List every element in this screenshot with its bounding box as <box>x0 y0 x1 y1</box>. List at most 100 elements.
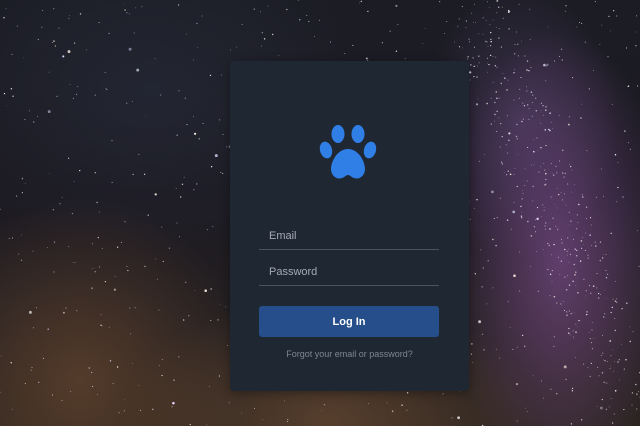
star <box>101 247 103 249</box>
star <box>508 28 510 30</box>
star <box>465 27 467 29</box>
email-input[interactable] <box>259 225 439 247</box>
login-button[interactable]: Log In <box>259 306 439 337</box>
star <box>490 40 492 43</box>
star <box>118 412 120 414</box>
star <box>548 244 550 247</box>
star <box>604 313 606 315</box>
star <box>567 274 568 276</box>
star <box>516 138 518 140</box>
star <box>522 118 524 120</box>
star <box>500 122 502 125</box>
star <box>124 221 126 223</box>
star <box>540 146 542 149</box>
forgot-credentials-link[interactable]: Forgot your email or password? <box>230 349 469 359</box>
star <box>486 303 488 305</box>
star <box>104 280 107 283</box>
star <box>612 298 614 300</box>
password-input[interactable] <box>259 261 439 283</box>
star <box>498 117 500 119</box>
star <box>612 348 614 350</box>
star <box>591 322 593 323</box>
star <box>210 319 212 321</box>
star <box>581 194 583 196</box>
star <box>111 140 113 142</box>
star <box>263 38 266 40</box>
star <box>473 46 476 48</box>
star <box>604 289 605 291</box>
star <box>171 406 173 408</box>
star <box>172 401 175 405</box>
star <box>549 112 551 114</box>
star <box>533 164 535 166</box>
star <box>212 226 214 227</box>
star <box>592 69 595 71</box>
star <box>581 247 583 249</box>
star <box>624 130 626 132</box>
star <box>473 65 475 68</box>
star <box>513 72 515 74</box>
star <box>513 173 515 175</box>
star <box>571 169 573 171</box>
star <box>527 147 529 148</box>
star <box>568 310 570 312</box>
star <box>509 173 512 176</box>
star <box>614 153 617 156</box>
star <box>31 367 33 368</box>
star <box>533 226 536 228</box>
star <box>116 246 119 248</box>
star <box>626 302 628 304</box>
star <box>534 219 537 221</box>
star <box>126 265 128 267</box>
star <box>209 74 212 77</box>
star <box>206 424 208 426</box>
star <box>603 254 605 255</box>
star <box>507 11 510 14</box>
star <box>603 316 605 318</box>
star <box>104 72 106 73</box>
star <box>11 53 13 56</box>
star <box>565 289 568 291</box>
star <box>178 90 180 92</box>
star <box>506 174 508 176</box>
star <box>520 205 522 208</box>
star <box>0 208 1 211</box>
star <box>577 291 579 294</box>
star <box>86 49 88 51</box>
star <box>557 227 559 229</box>
star <box>615 301 618 304</box>
star <box>494 120 495 122</box>
star <box>584 41 586 43</box>
star <box>543 397 544 399</box>
star <box>557 256 559 258</box>
star <box>581 22 583 24</box>
star <box>500 46 502 48</box>
star <box>501 163 504 165</box>
star <box>267 5 269 7</box>
star <box>560 192 562 194</box>
star <box>74 262 76 264</box>
star <box>155 258 157 260</box>
star <box>514 69 515 70</box>
star <box>608 15 610 18</box>
star <box>130 333 131 335</box>
star <box>550 121 552 123</box>
star <box>606 382 608 384</box>
star <box>530 235 533 237</box>
star <box>545 145 547 147</box>
star <box>513 99 515 101</box>
star <box>594 241 596 243</box>
star <box>178 356 180 358</box>
star <box>531 102 533 103</box>
star <box>36 307 37 309</box>
star <box>254 407 255 409</box>
star <box>278 55 280 56</box>
star <box>574 273 576 276</box>
star <box>601 257 604 259</box>
star <box>528 218 530 220</box>
star <box>241 412 243 414</box>
star <box>552 173 553 175</box>
star <box>495 91 497 93</box>
star <box>556 393 558 395</box>
star <box>609 339 612 342</box>
